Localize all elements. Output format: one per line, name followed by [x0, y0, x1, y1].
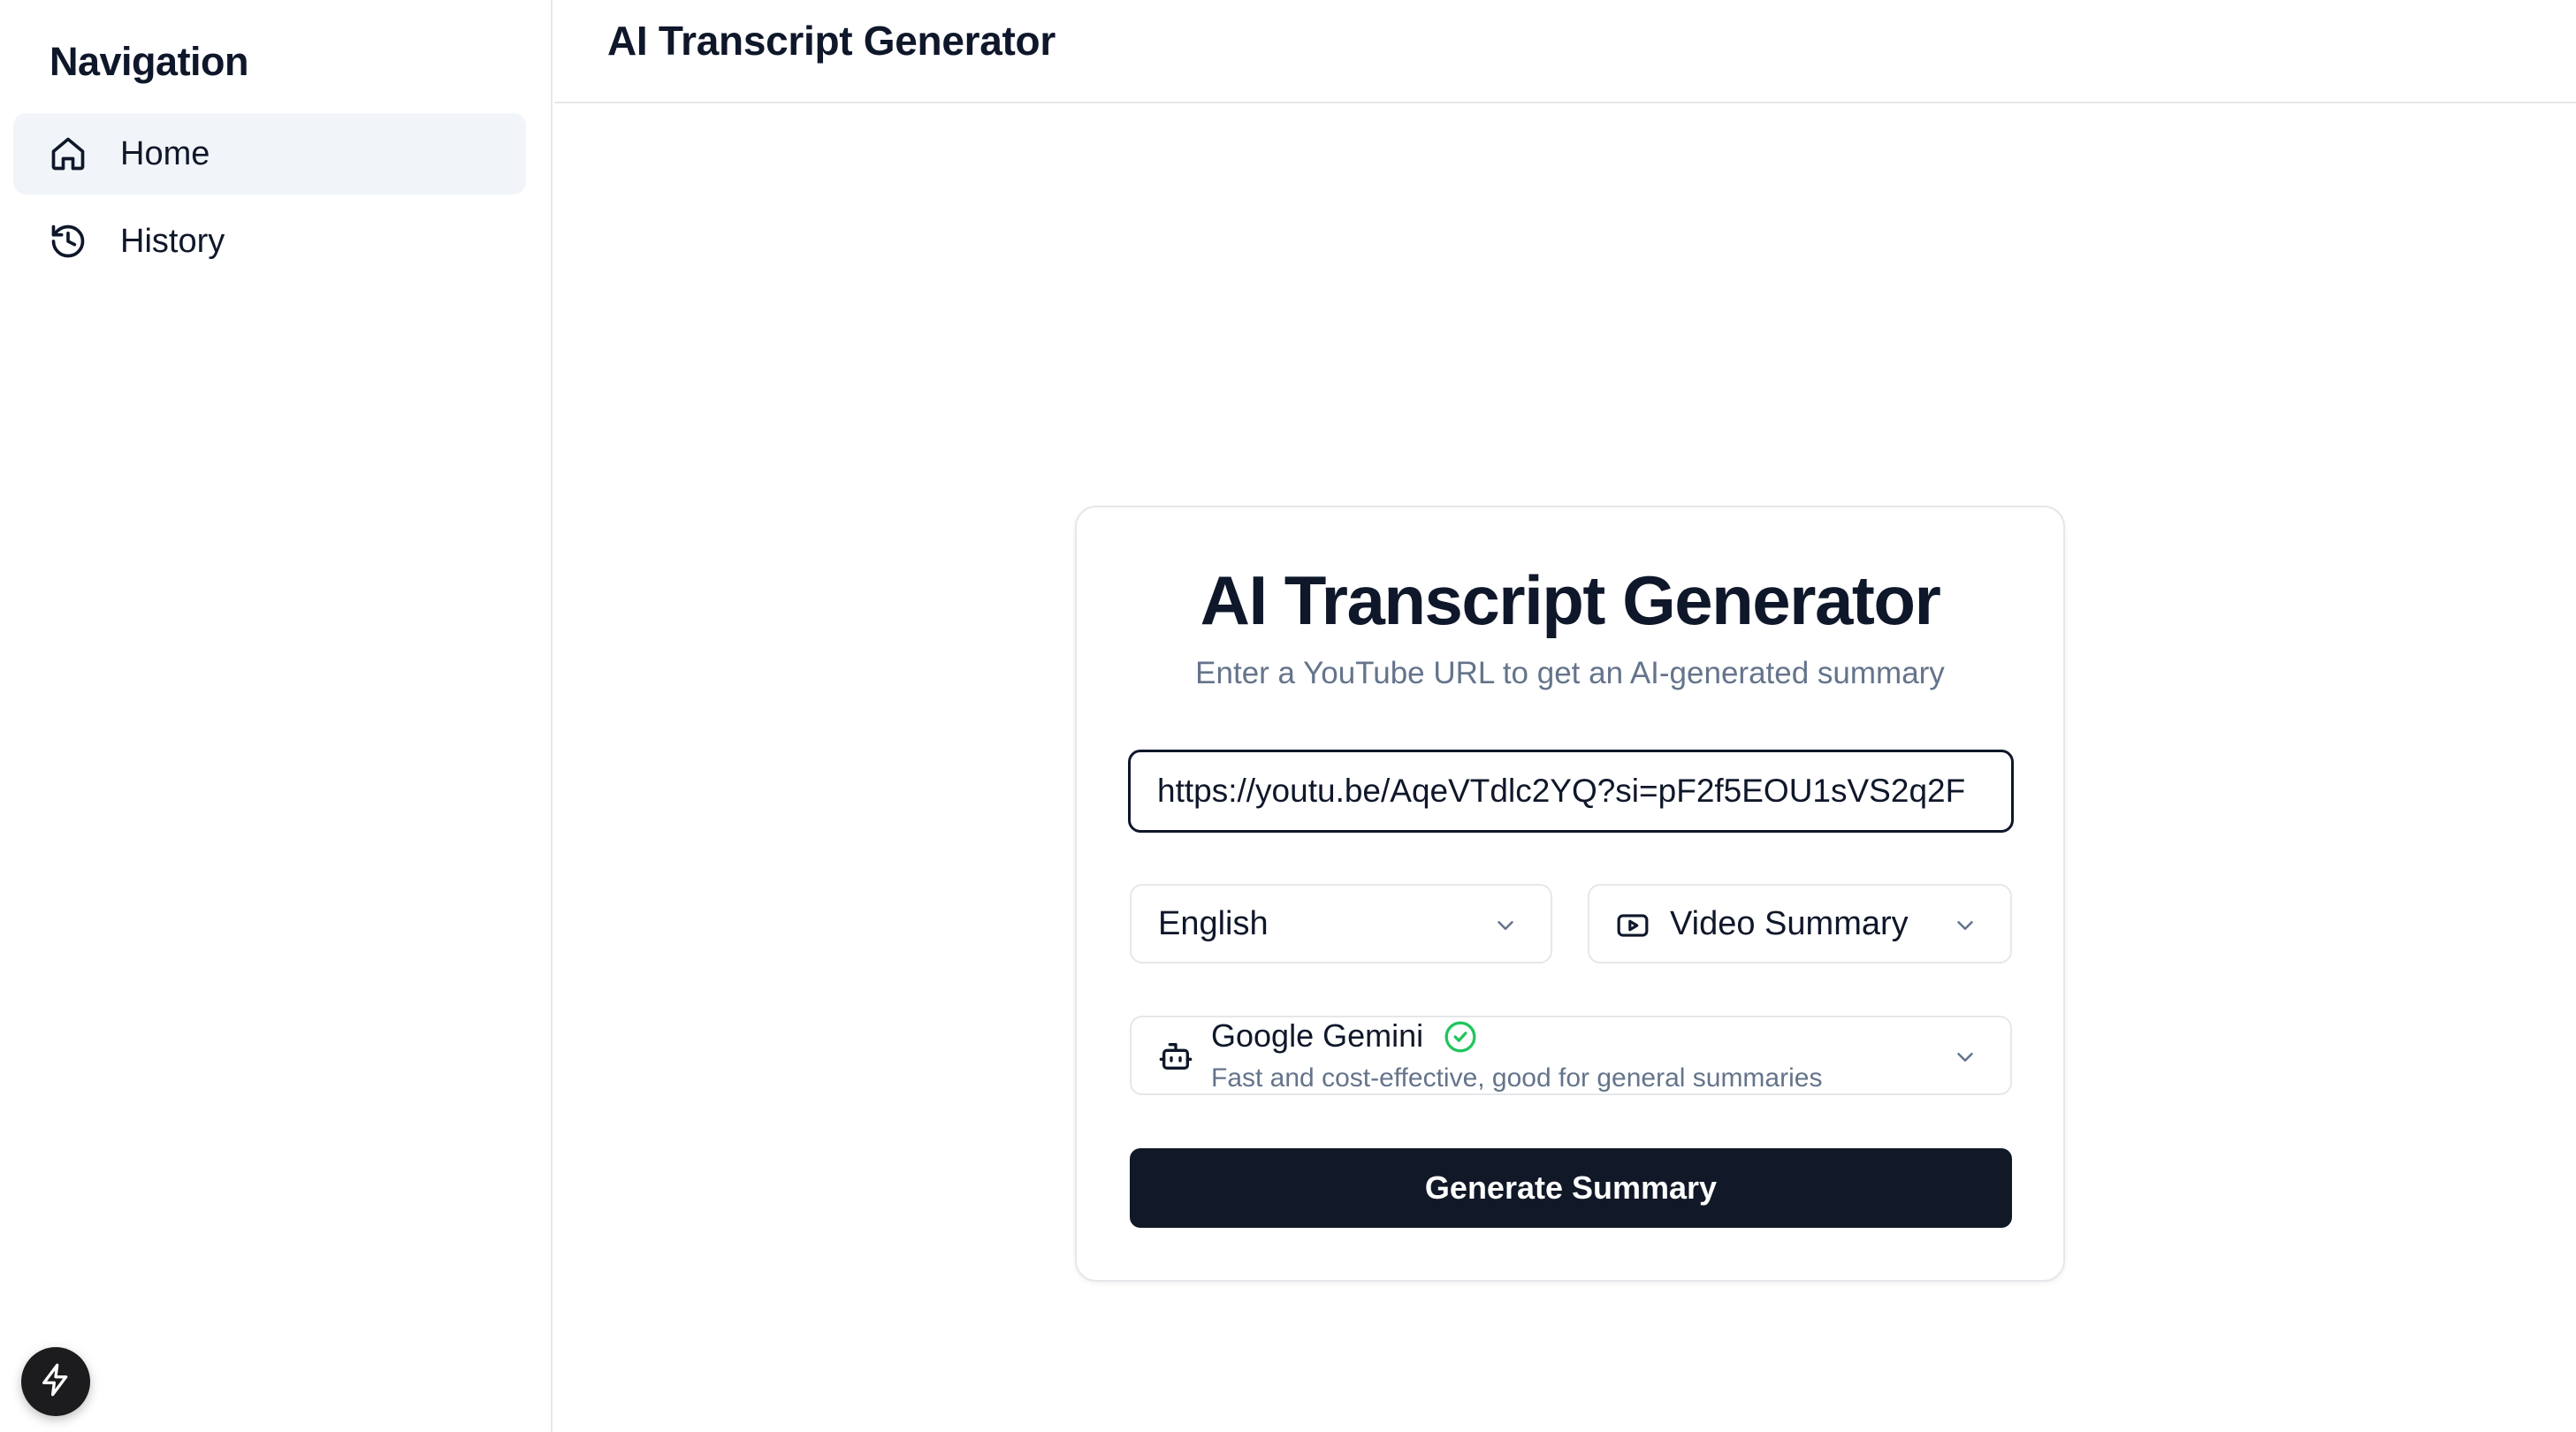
chevron-down-icon: [1952, 1044, 1978, 1070]
sidebar-title: Navigation: [50, 39, 249, 84]
page-title: AI Transcript Generator: [607, 18, 1056, 64]
sidebar: Navigation Home History: [0, 0, 553, 1432]
check-circle-icon: [1443, 1019, 1478, 1055]
summary-type-select[interactable]: Video Summary: [1588, 884, 2012, 964]
chevron-down-icon: [1492, 912, 1519, 939]
generate-summary-button[interactable]: Generate Summary: [1130, 1148, 2012, 1228]
bolt-button[interactable]: [21, 1347, 90, 1416]
youtube-url-input[interactable]: [1128, 750, 2014, 833]
model-select[interactable]: Google Gemini Fast and cost-effective, g…: [1130, 1016, 2012, 1095]
chevron-down-icon: [1952, 912, 1978, 939]
video-icon: [1616, 909, 1650, 942]
bolt-icon: [38, 1362, 73, 1402]
home-icon: [49, 134, 88, 173]
generator-card: AI Transcript Generator Enter a YouTube …: [1075, 506, 2065, 1282]
model-description: Fast and cost-effective, good for genera…: [1211, 1063, 1823, 1093]
card-subtitle: Enter a YouTube URL to get an AI-generat…: [1195, 656, 1945, 690]
card-title: AI Transcript Generator: [1200, 561, 1941, 639]
summary-type-value: Video Summary: [1670, 904, 1909, 942]
bot-icon: [1158, 1039, 1193, 1074]
language-select-value: English: [1158, 904, 1269, 942]
sidebar-item-home[interactable]: Home: [13, 113, 526, 194]
sidebar-item-label: History: [120, 222, 225, 260]
sidebar-item-history[interactable]: History: [13, 201, 526, 282]
history-icon: [49, 222, 88, 261]
top-header: AI Transcript Generator: [554, 0, 2576, 103]
model-name: Google Gemini: [1211, 1017, 1424, 1054]
sidebar-item-label: Home: [120, 134, 210, 172]
app: Navigation Home History AI Transcript Ge…: [0, 0, 2576, 1432]
language-select[interactable]: English: [1130, 884, 1552, 964]
